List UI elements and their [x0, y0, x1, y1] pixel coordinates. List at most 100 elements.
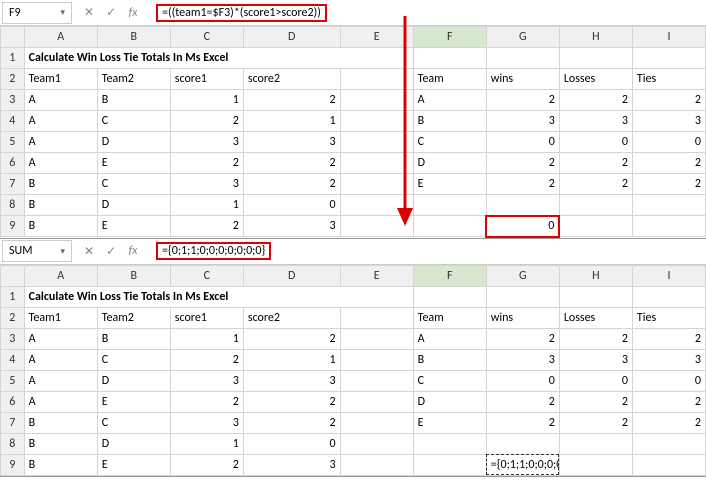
cell[interactable]: C — [413, 132, 486, 153]
cell[interactable] — [340, 195, 413, 216]
col-hdr[interactable]: F — [413, 27, 486, 48]
cell[interactable]: 1 — [243, 111, 340, 132]
cell[interactable] — [340, 412, 413, 433]
cell[interactable]: A — [24, 90, 97, 111]
cell[interactable]: 2 — [486, 391, 559, 412]
cell[interactable]: 2 — [243, 90, 340, 111]
cell[interactable]: Team — [413, 307, 486, 328]
cell[interactable]: B — [97, 90, 170, 111]
cell[interactable]: Losses — [559, 307, 632, 328]
cell[interactable]: D — [97, 370, 170, 391]
cell[interactable]: 0 — [243, 195, 340, 216]
row-hdr[interactable]: 8 — [1, 195, 25, 216]
cell[interactable]: 0 — [632, 132, 705, 153]
cell[interactable] — [340, 69, 413, 90]
cell[interactable]: 0 — [486, 132, 559, 153]
col-hdr[interactable]: H — [559, 265, 632, 286]
cell[interactable]: 2 — [559, 90, 632, 111]
cell[interactable] — [340, 90, 413, 111]
cell[interactable]: 2 — [632, 90, 705, 111]
cell[interactable] — [340, 349, 413, 370]
cell[interactable]: D — [413, 153, 486, 174]
col-hdr[interactable]: I — [632, 265, 705, 286]
cell[interactable] — [486, 433, 559, 454]
cell[interactable]: 2 — [170, 216, 243, 237]
cell[interactable]: 2 — [486, 412, 559, 433]
row-hdr[interactable]: 5 — [1, 370, 25, 391]
cell[interactable]: 3 — [243, 132, 340, 153]
cell[interactable]: 0 — [559, 370, 632, 391]
cell[interactable]: E — [97, 153, 170, 174]
cell[interactable] — [486, 48, 559, 69]
cell[interactable]: 3 — [559, 349, 632, 370]
cell[interactable]: 2 — [170, 111, 243, 132]
cell[interactable] — [486, 286, 559, 307]
row-hdr[interactable]: 8 — [1, 433, 25, 454]
dropdown-icon[interactable]: ▾ — [60, 246, 65, 257]
row-hdr[interactable]: 3 — [1, 90, 25, 111]
cell[interactable]: 3 — [243, 216, 340, 237]
cell[interactable]: 2 — [170, 153, 243, 174]
cell[interactable] — [340, 132, 413, 153]
cell[interactable]: A — [24, 349, 97, 370]
cell[interactable]: E — [97, 454, 170, 475]
dropdown-icon[interactable]: ▾ — [60, 7, 65, 18]
cell[interactable]: 3 — [243, 370, 340, 391]
cell[interactable]: 0 — [632, 370, 705, 391]
row-hdr[interactable]: 2 — [1, 307, 25, 328]
cell[interactable]: 2 — [243, 328, 340, 349]
col-hdr[interactable]: H — [559, 27, 632, 48]
col-hdr[interactable]: C — [170, 27, 243, 48]
select-all[interactable] — [1, 265, 25, 286]
row-hdr[interactable]: 1 — [1, 286, 25, 307]
cell[interactable]: 2 — [559, 328, 632, 349]
cell[interactable]: Team2 — [97, 69, 170, 90]
row-hdr[interactable]: 2 — [1, 69, 25, 90]
cell[interactable]: A — [24, 370, 97, 391]
name-box[interactable]: SUM ▾ — [2, 240, 72, 262]
col-hdr[interactable]: B — [97, 265, 170, 286]
col-hdr[interactable]: G — [486, 265, 559, 286]
cell[interactable]: D — [97, 195, 170, 216]
row-hdr[interactable]: 4 — [1, 111, 25, 132]
cell[interactable]: 2 — [559, 391, 632, 412]
cell[interactable] — [632, 433, 705, 454]
formula-input[interactable]: =((team1=$F3)*(score1>score2)) — [150, 2, 706, 24]
cell[interactable]: score2 — [243, 307, 340, 328]
cell[interactable]: A — [413, 90, 486, 111]
cell[interactable]: A — [24, 328, 97, 349]
cell[interactable]: 2 — [170, 391, 243, 412]
cell[interactable]: 3 — [632, 349, 705, 370]
cell[interactable]: C — [97, 174, 170, 195]
cell[interactable]: B — [24, 412, 97, 433]
cell[interactable]: 0+ — [486, 216, 559, 237]
name-box[interactable]: F9 ▾ — [2, 2, 72, 24]
cell[interactable]: 0 — [559, 132, 632, 153]
cell[interactable]: 2 — [632, 174, 705, 195]
cell[interactable]: B — [97, 328, 170, 349]
cell[interactable] — [413, 286, 486, 307]
col-hdr[interactable]: A — [24, 27, 97, 48]
cell[interactable]: 2 — [243, 174, 340, 195]
cell[interactable]: B — [413, 111, 486, 132]
cell[interactable]: score1 — [170, 69, 243, 90]
cell[interactable]: 1 — [170, 433, 243, 454]
cell[interactable]: 1 — [170, 328, 243, 349]
cell[interactable]: D — [413, 391, 486, 412]
cell[interactable] — [559, 195, 632, 216]
cancel-icon[interactable]: ✕ — [82, 6, 96, 20]
cell[interactable]: 2 — [486, 328, 559, 349]
fx-icon[interactable]: fx — [126, 244, 140, 258]
cell[interactable]: 0 — [243, 433, 340, 454]
col-hdr[interactable]: A — [24, 265, 97, 286]
row-hdr[interactable]: 3 — [1, 328, 25, 349]
col-hdr[interactable]: E — [340, 27, 413, 48]
sheet-title[interactable]: Calculate Win Loss Tie Totals In Ms Exce… — [24, 286, 413, 307]
cell[interactable] — [632, 454, 705, 475]
cell[interactable]: 2 — [243, 412, 340, 433]
cell[interactable] — [559, 216, 632, 237]
cell[interactable]: B — [413, 349, 486, 370]
cell[interactable]: E — [97, 391, 170, 412]
cell[interactable]: 2 — [486, 90, 559, 111]
cell[interactable] — [340, 174, 413, 195]
